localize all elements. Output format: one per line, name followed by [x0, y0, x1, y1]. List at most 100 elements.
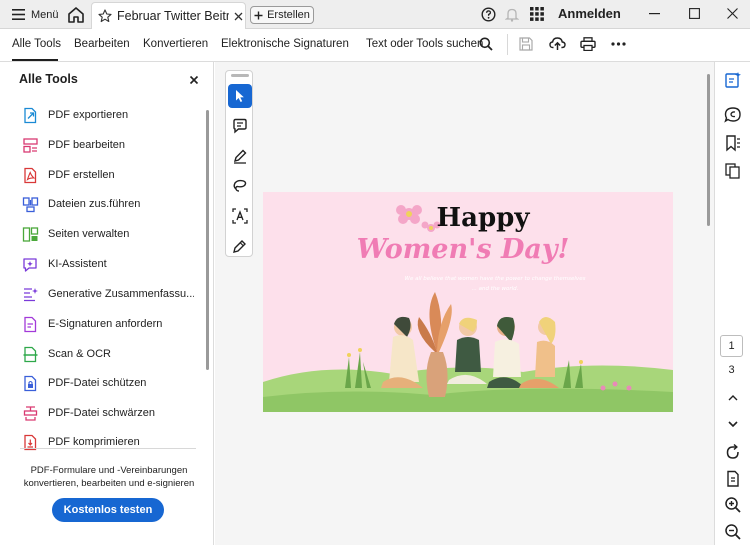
- export-pdf-icon: [22, 107, 39, 124]
- more-options-icon[interactable]: [611, 42, 626, 46]
- search-icon[interactable]: [479, 37, 493, 51]
- close-tab-icon[interactable]: [234, 12, 243, 21]
- tab-edit[interactable]: Bearbeiten: [74, 38, 130, 50]
- comment-tool-icon[interactable]: [228, 114, 252, 138]
- viewer-scrollbar[interactable]: [707, 74, 710, 226]
- quick-tools-bar: [225, 70, 253, 257]
- tool-label: PDF erstellen: [48, 169, 115, 181]
- tool-ai-assistant[interactable]: KI-Assistent: [22, 253, 194, 275]
- tool-request-esignatures[interactable]: E-Signaturen anfordern: [22, 313, 194, 335]
- redact-pdf-icon: [22, 405, 39, 422]
- page-fit-icon[interactable]: [724, 470, 742, 488]
- quote-line-2: ... and the world.: [472, 286, 519, 292]
- print-icon[interactable]: [580, 37, 596, 51]
- title-bar: Menü Februar Twitter Beitr... Erstellen …: [0, 0, 750, 29]
- tool-compress-pdf[interactable]: PDF komprimieren: [22, 431, 194, 453]
- tab-title: Februar Twitter Beitr...: [117, 9, 229, 23]
- tab-e-signatures[interactable]: Elektronische Signaturen: [221, 38, 349, 50]
- scan-ocr-icon: [22, 346, 39, 363]
- ai-assistant-icon: [22, 256, 39, 273]
- sign-in-link[interactable]: Anmelden: [558, 6, 621, 21]
- flower-decoration: [396, 205, 441, 232]
- tool-label: Scan & OCR: [48, 348, 111, 360]
- text-select-tool-icon[interactable]: [228, 204, 252, 228]
- upload-cloud-icon[interactable]: [549, 36, 566, 51]
- main-toolbar: Alle Tools Bearbeiten Konvertieren Elekt…: [0, 29, 750, 62]
- tab-all-tools[interactable]: Alle Tools: [12, 38, 61, 50]
- tool-generative-summary[interactable]: Generative Zusammenfassu...: [22, 283, 194, 305]
- create-button[interactable]: Erstellen: [250, 6, 314, 24]
- zoom-in-icon[interactable]: [724, 496, 742, 514]
- edit-pdf-icon: [22, 137, 39, 154]
- tool-organize-pages[interactable]: Seiten verwalten: [22, 223, 194, 245]
- comments-icon[interactable]: [724, 106, 742, 124]
- tool-label: Dateien zus.führen: [48, 198, 141, 210]
- tool-label: PDF-Datei schützen: [48, 377, 147, 389]
- pages-thumbnails-icon[interactable]: [724, 162, 742, 180]
- close-window-icon[interactable]: [727, 8, 738, 19]
- page-up-chevron-icon[interactable]: [724, 389, 742, 407]
- create-label: Erstellen: [267, 9, 310, 21]
- tool-label: KI-Assistent: [48, 258, 107, 270]
- tool-export-pdf[interactable]: PDF exportieren: [22, 104, 194, 126]
- help-icon[interactable]: [481, 7, 496, 22]
- tool-protect-pdf[interactable]: PDF-Datei schützen: [22, 372, 194, 394]
- document-tab[interactable]: Februar Twitter Beitr...: [91, 2, 246, 29]
- total-pages: 3: [728, 364, 735, 376]
- tool-label: PDF bearbeiten: [48, 139, 126, 151]
- free-trial-button[interactable]: Kostenlos testen: [52, 498, 164, 522]
- bookmarks-icon[interactable]: [724, 134, 742, 152]
- generative-summary-icon: [22, 286, 39, 303]
- headline-happy: Happy: [437, 203, 531, 233]
- search-tools-label[interactable]: Text oder Tools suchen: [366, 38, 483, 50]
- freehand-draw-icon[interactable]: [228, 174, 252, 198]
- tool-label: Seiten verwalten: [48, 228, 130, 240]
- tool-label: PDF komprimieren: [48, 436, 140, 448]
- tool-combine-files[interactable]: Dateien zus.führen: [22, 193, 194, 215]
- tool-create-pdf[interactable]: PDF erstellen: [22, 164, 194, 186]
- notification-bell-icon[interactable]: [505, 7, 519, 22]
- active-tab-indicator: [12, 59, 58, 61]
- minimize-window-icon[interactable]: [649, 13, 660, 15]
- tool-scan-ocr[interactable]: Scan & OCR: [22, 343, 194, 365]
- request-esign-icon: [22, 316, 39, 333]
- organize-pages-icon: [22, 226, 39, 243]
- create-pdf-icon: [22, 167, 39, 184]
- zoom-out-icon[interactable]: [724, 523, 742, 541]
- menu-label: Menü: [31, 8, 59, 21]
- hamburger-icon: [12, 9, 25, 20]
- page-down-chevron-icon[interactable]: [724, 415, 742, 433]
- protect-pdf-icon: [22, 375, 39, 392]
- star-icon[interactable]: [98, 9, 112, 23]
- headline-womens-day: Women's Day!: [357, 234, 570, 265]
- current-page-input[interactable]: 1: [720, 335, 743, 357]
- ai-summary-icon[interactable]: [724, 71, 742, 89]
- tool-edit-pdf[interactable]: PDF bearbeiten: [22, 134, 194, 156]
- plus-icon: [254, 11, 263, 20]
- select-tool-icon[interactable]: [228, 84, 252, 108]
- tool-label: PDF-Datei schwärzen: [48, 407, 155, 419]
- highlight-pen-icon[interactable]: [228, 144, 252, 168]
- right-rail: [714, 62, 750, 545]
- quote-line-1: We all believe that women have the power…: [405, 276, 586, 282]
- tab-convert[interactable]: Konvertieren: [143, 38, 208, 50]
- apps-grid-icon[interactable]: [530, 7, 544, 21]
- drag-handle[interactable]: [231, 74, 249, 77]
- rotate-icon[interactable]: [724, 443, 742, 461]
- tool-redact-pdf[interactable]: PDF-Datei schwärzen: [22, 402, 194, 424]
- maximize-window-icon[interactable]: [689, 8, 700, 19]
- all-tools-panel: Alle Tools PDF exportieren PDF bearbeite…: [0, 62, 214, 545]
- save-icon[interactable]: [519, 37, 533, 51]
- womens-day-illustration: Happy Women's Day! We all believe that w…: [263, 203, 673, 412]
- signature-tool-icon[interactable]: [228, 234, 252, 258]
- promo-text: PDF-Formulare und -Vereinbarungen konver…: [23, 465, 195, 489]
- panel-divider: [20, 448, 196, 449]
- panel-title: Alle Tools: [19, 72, 78, 86]
- close-panel-icon[interactable]: [188, 74, 200, 86]
- tool-label: E-Signaturen anfordern: [48, 318, 163, 330]
- menu-button[interactable]: Menü: [8, 4, 63, 25]
- panel-scrollbar[interactable]: [206, 110, 209, 370]
- home-icon[interactable]: [66, 5, 86, 25]
- tool-label: Generative Zusammenfassu...: [48, 288, 194, 300]
- tool-label: PDF exportieren: [48, 109, 129, 121]
